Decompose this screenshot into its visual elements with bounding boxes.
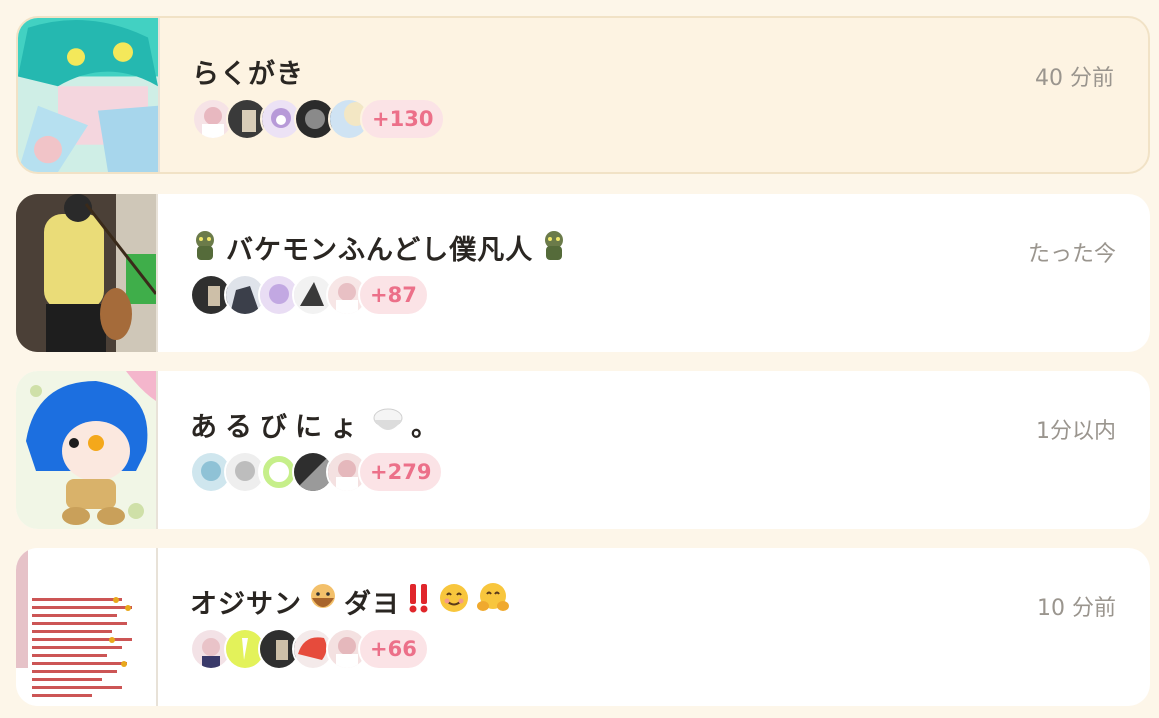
rice-bowl-emoji-icon (371, 406, 405, 443)
member-avatars[interactable]: +66 (190, 628, 429, 670)
more-members-badge: +130 (360, 98, 446, 140)
more-members-badge: +279 (358, 451, 444, 493)
smiling-face-icon (438, 582, 470, 621)
monster-emoji-icon (190, 228, 220, 267)
room-card-rakugaki[interactable]: らくがき 40 分前 +130 (16, 16, 1150, 174)
room-title: らくがき (192, 59, 304, 90)
room-last-active-time: 40 分前 (1035, 66, 1114, 91)
room-card-bakemon[interactable]: バケモンふんどし僕凡人 たった今 +87 (16, 194, 1150, 352)
room-last-active-time: 10 分前 (1037, 596, 1116, 621)
more-members-badge: +87 (358, 274, 429, 316)
room-last-active-time: たった今 (1027, 242, 1116, 267)
member-avatars[interactable]: +130 (192, 98, 446, 140)
room-thumbnail (18, 18, 160, 172)
double-exclamation-icon (406, 582, 432, 621)
room-last-active-time: 1分以内 (1036, 419, 1116, 444)
room-thumbnail (16, 194, 158, 352)
room-title: バケモンふんどし僕凡人 (190, 228, 569, 267)
old-man-emoji-icon (308, 582, 338, 621)
hugging-face-icon (476, 582, 510, 621)
member-avatars[interactable]: +279 (190, 451, 444, 493)
chat-room-list: らくがき 40 分前 +130 バケモンふんどし僕凡人 たった今 +87 あるび… (0, 0, 1159, 718)
room-thumbnail (16, 371, 158, 529)
room-title: オジサン ダヨ (190, 582, 510, 621)
room-card-ojisan[interactable]: オジサン ダヨ 10 分前 +66 (16, 548, 1150, 706)
room-title: あるびにょ 。 (190, 405, 439, 444)
room-card-arubinyo[interactable]: あるびにょ 。 1分以内 +279 (16, 371, 1150, 529)
room-thumbnail (16, 548, 158, 706)
member-avatars[interactable]: +87 (190, 274, 429, 316)
more-members-badge: +66 (358, 628, 429, 670)
monster-emoji-icon (539, 228, 569, 267)
